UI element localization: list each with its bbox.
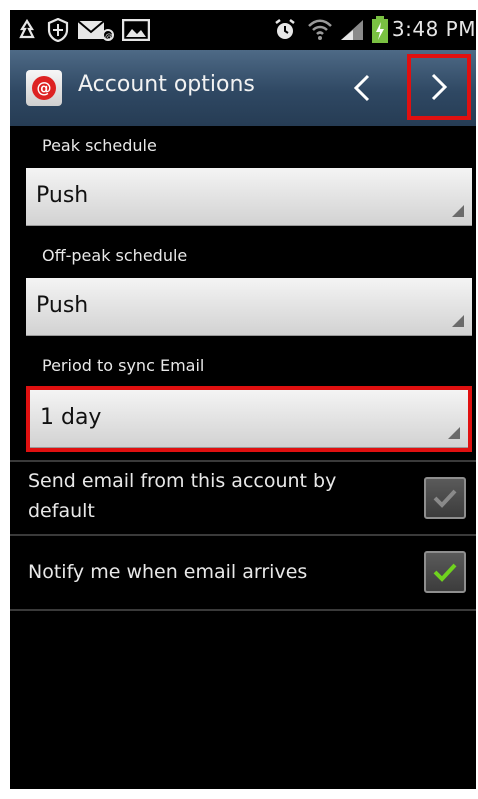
off-peak-schedule-label: Off-peak schedule <box>42 246 188 265</box>
missed-email-icon: @ <box>76 18 116 42</box>
status-time: 3:48 PM <box>391 17 476 41</box>
alarm-icon <box>272 18 298 42</box>
status-bar: @ 3:48 PM <box>10 10 476 50</box>
peak-schedule-dropdown[interactable]: Push <box>26 168 472 226</box>
sync-period-label: Period to sync Email <box>42 356 205 375</box>
page-title: Account options <box>78 72 255 97</box>
dropdown-corner-icon <box>452 315 464 327</box>
divider <box>10 534 476 536</box>
notify-label: Notify me when email arrives <box>28 561 308 583</box>
sync-period-dropdown[interactable]: 1 day <box>26 386 472 452</box>
wifi-icon <box>306 18 334 42</box>
battery-charging-icon <box>370 16 390 43</box>
image-icon <box>122 18 150 42</box>
off-peak-schedule-dropdown[interactable]: Push <box>26 278 472 336</box>
notify-checkbox[interactable] <box>424 551 466 593</box>
previous-button[interactable] <box>342 70 382 106</box>
dropdown-corner-icon <box>448 427 460 439</box>
dropdown-corner-icon <box>452 205 464 217</box>
chevron-left-icon <box>353 74 370 102</box>
check-icon <box>433 563 457 582</box>
next-button[interactable] <box>407 54 471 120</box>
divider <box>10 460 476 462</box>
chevron-right-icon <box>431 73 448 101</box>
action-bar: @ Account options <box>10 50 476 126</box>
phone-screen: @ 3:48 PM @ Account options Peak schedul… <box>10 10 476 789</box>
svg-text:@: @ <box>105 32 113 41</box>
check-icon <box>433 489 457 508</box>
peak-schedule-value: Push <box>36 183 89 208</box>
email-app-icon: @ <box>26 70 62 106</box>
off-peak-schedule-value: Push <box>36 293 89 318</box>
peak-schedule-label: Peak schedule <box>42 136 157 155</box>
sync-period-value: 1 day <box>40 405 102 430</box>
default-account-checkbox[interactable] <box>424 477 466 519</box>
shield-icon <box>46 18 70 42</box>
signal-icon <box>338 18 366 42</box>
default-account-label: Send email from this account by default <box>28 470 337 522</box>
divider <box>10 609 476 611</box>
recycle-icon <box>14 18 40 42</box>
